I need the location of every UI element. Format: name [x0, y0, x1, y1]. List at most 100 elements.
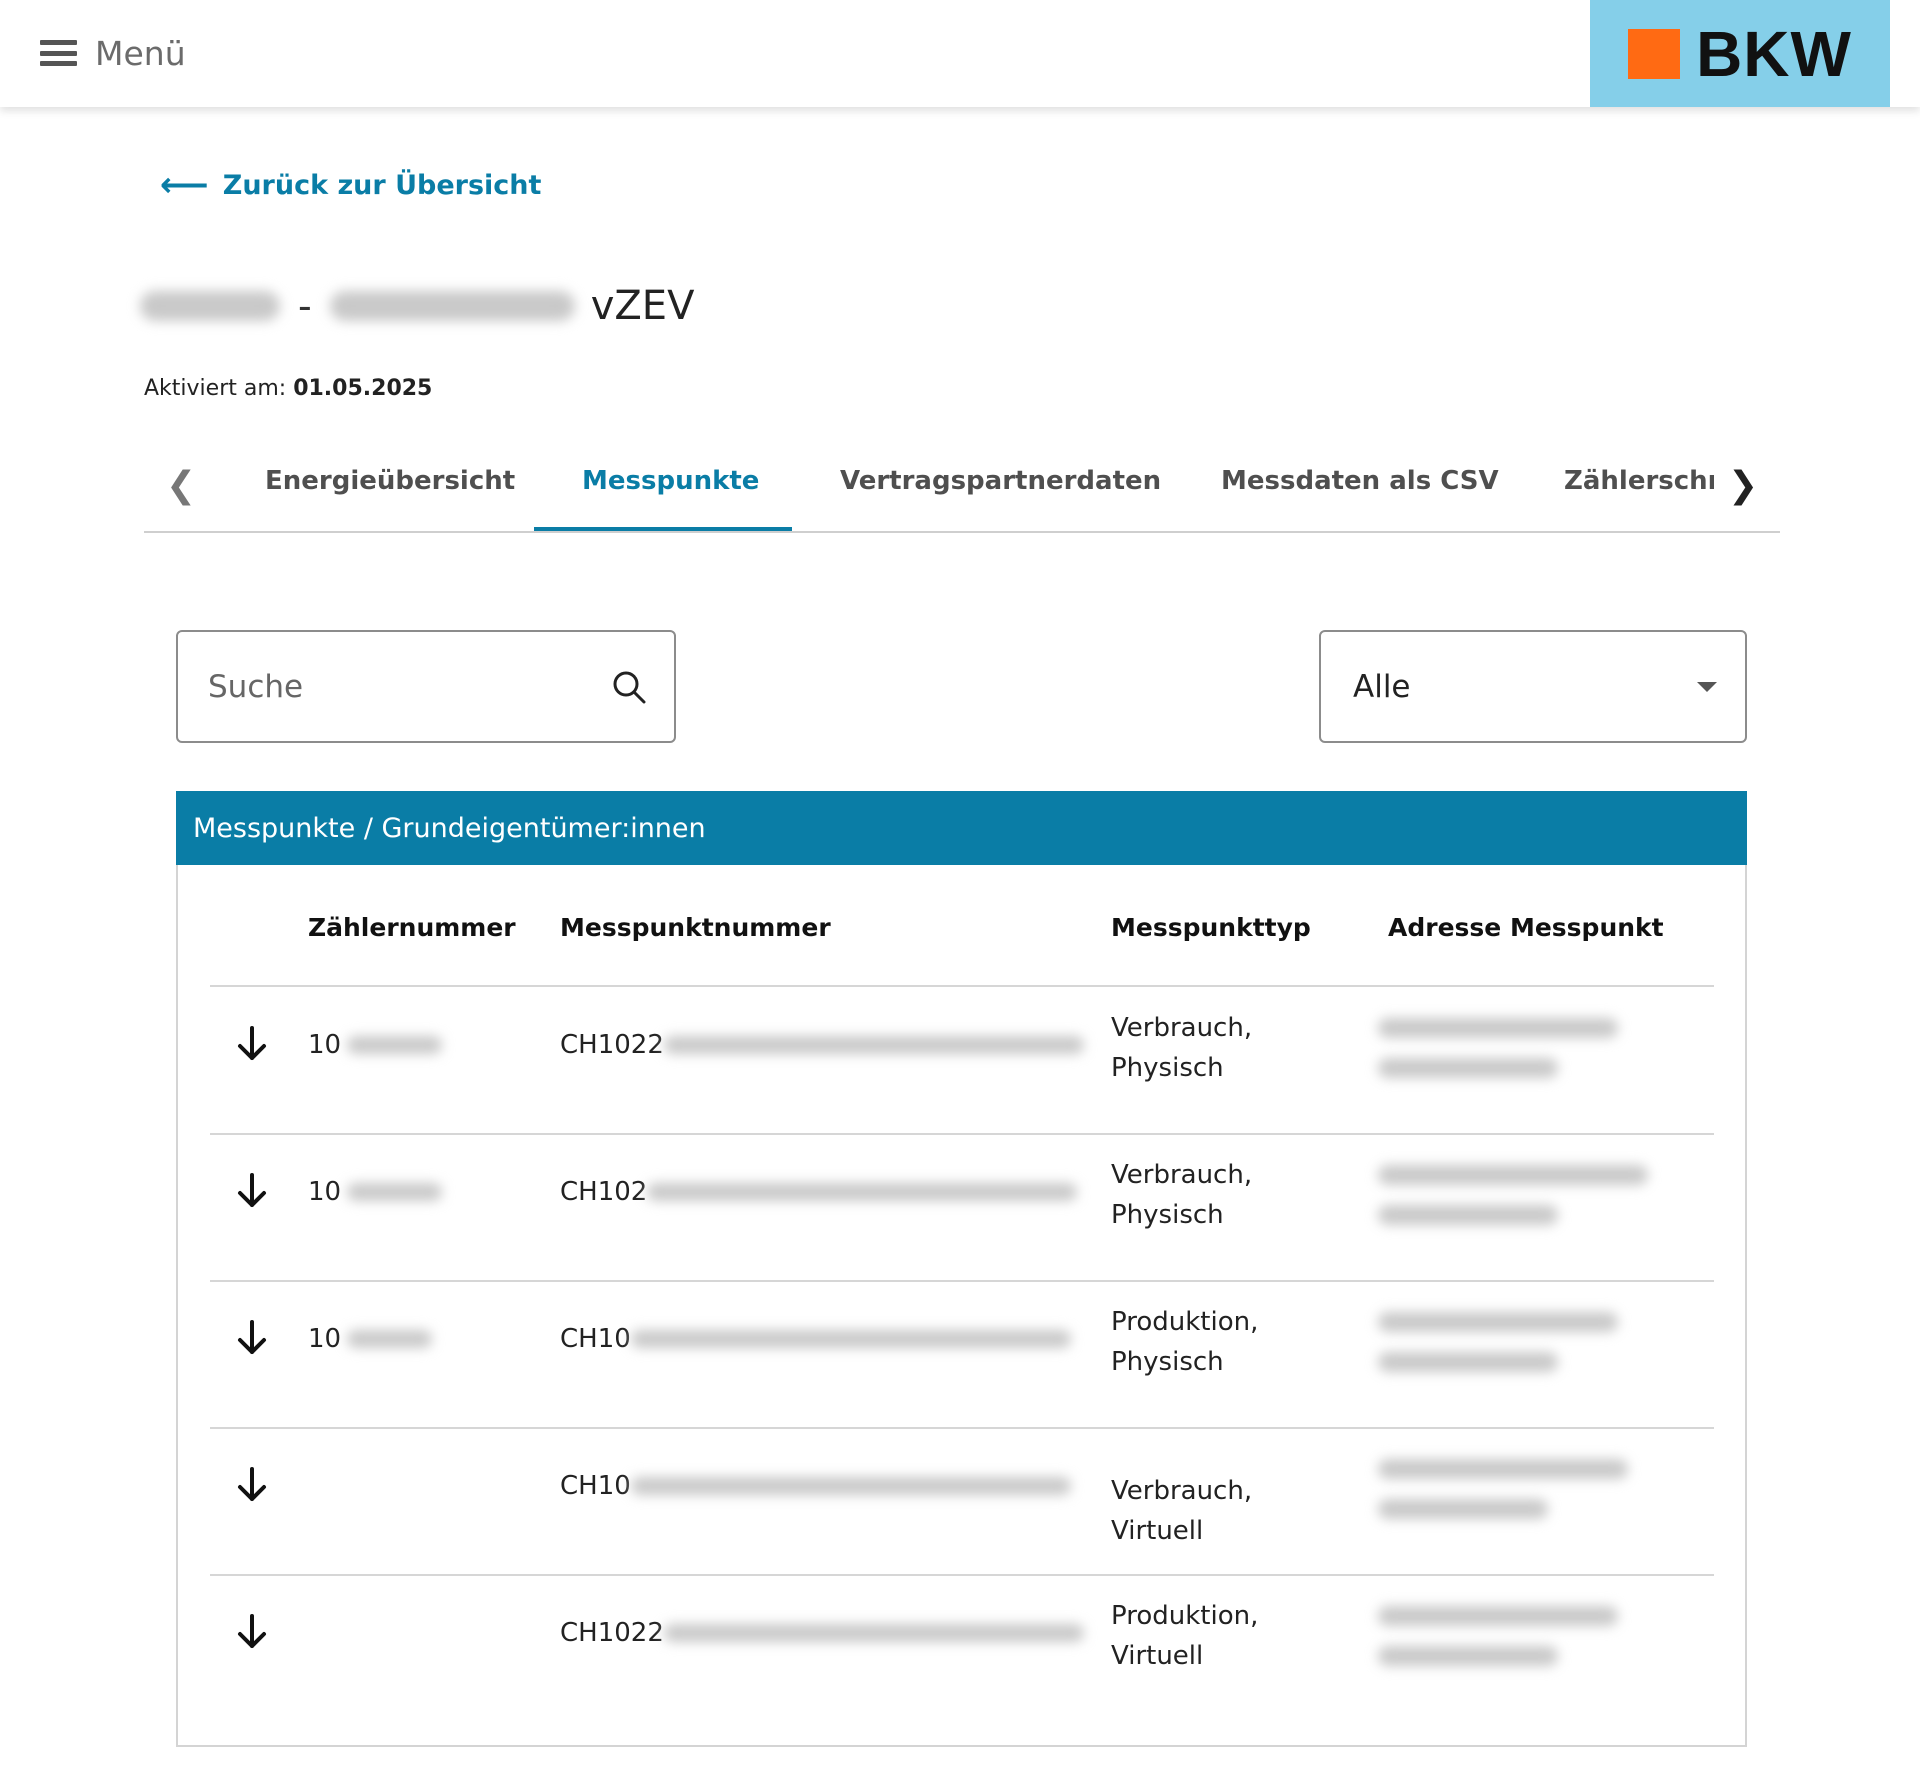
- active-tab-indicator: [534, 527, 792, 531]
- menu-label: Menü: [95, 33, 186, 73]
- redacted-value: [647, 1183, 1078, 1201]
- menu-button[interactable]: Menü: [40, 30, 186, 76]
- title-separator: -: [298, 284, 312, 328]
- messpunkttyp-line: Verbrauch,: [1111, 1160, 1253, 1190]
- zaehlernummer-value: 10: [308, 1030, 342, 1060]
- adresse-cell: [1378, 1304, 1678, 1394]
- title-suffix: vZEV: [590, 283, 695, 329]
- messpunkttyp-line: Produktion,: [1111, 1601, 1259, 1631]
- column-header-messpunktnummer: Messpunktnummer: [560, 913, 831, 942]
- page-title: - vZEV: [140, 278, 694, 334]
- messpunkttyp-cell: Produktion, Physisch: [1111, 1302, 1351, 1382]
- tab-bar: ❮ Energieübersicht Messpunkte Vertragspa…: [144, 450, 1780, 533]
- search-input[interactable]: Suche: [176, 630, 676, 743]
- column-header-adresse: Adresse Messpunkt: [1388, 913, 1664, 942]
- messpunktnummer-value: CH10: [560, 1471, 631, 1501]
- adresse-cell: [1378, 1157, 1678, 1247]
- tab-energieuebersicht[interactable]: Energieübersicht: [265, 466, 515, 496]
- messpunkttyp-line: Physisch: [1111, 1347, 1224, 1377]
- redacted-address-line: [1378, 1205, 1558, 1225]
- messpunkttyp-line: Physisch: [1111, 1053, 1224, 1083]
- chevron-right-icon[interactable]: ❯: [1728, 468, 1758, 504]
- redacted-value: [630, 1477, 1071, 1495]
- search-icon[interactable]: [612, 670, 646, 704]
- table-row: 10 CH1022 Verbrauch, Physisch: [210, 988, 1714, 1135]
- download-arrow-icon[interactable]: [234, 1024, 270, 1064]
- panel-header: Messpunkte / Grundeigentümer:innen: [176, 791, 1747, 865]
- adresse-cell: [1378, 1451, 1678, 1541]
- zaehlernummer-cell: 10: [308, 1030, 443, 1060]
- search-placeholder: Suche: [208, 668, 304, 705]
- messpunktnummer-value: CH10: [560, 1324, 631, 1354]
- adresse-cell: [1378, 1598, 1678, 1688]
- table-row: CH10 Verbrauch, Virtuell: [210, 1429, 1714, 1576]
- zaehlernummer-cell: 10: [308, 1324, 433, 1354]
- zaehlernummer-cell: 10: [308, 1177, 443, 1207]
- panel-title: Messpunkte / Grundeigentümer:innen: [193, 812, 706, 844]
- messpunktnummer-value: CH1022: [560, 1030, 664, 1060]
- logo-text: BKW: [1696, 17, 1852, 90]
- messpunktnummer-cell: CH10: [560, 1324, 1071, 1354]
- zaehlernummer-value: 10: [308, 1324, 342, 1354]
- hamburger-icon: [40, 40, 77, 66]
- messpunkttyp-line: Produktion,: [1111, 1307, 1259, 1337]
- messpunkttyp-cell: Produktion, Virtuell: [1111, 1596, 1351, 1676]
- filter-select[interactable]: Alle: [1319, 630, 1747, 743]
- tab-zaehlerschn[interactable]: Zählerschn: [1564, 466, 1714, 496]
- messpunkttyp-cell: Verbrauch, Virtuell: [1111, 1471, 1351, 1551]
- bkw-logo[interactable]: BKW: [1590, 0, 1890, 107]
- redacted-address-line: [1378, 1606, 1618, 1626]
- messpunkte-panel: Messpunkte / Grundeigentümer:innen Zähle…: [176, 791, 1747, 1747]
- redacted-value: [347, 1036, 443, 1054]
- table-row: 10 CH102 Verbrauch, Physisch: [210, 1135, 1714, 1282]
- logo-square: [1628, 28, 1681, 79]
- redacted-address-line: [1378, 1499, 1548, 1519]
- back-link-label: Zurück zur Übersicht: [222, 169, 542, 201]
- redacted-address-line: [1378, 1312, 1618, 1332]
- redacted-value: [630, 1330, 1071, 1348]
- column-header-messpunkttyp: Messpunkttyp: [1111, 913, 1311, 942]
- tab-messdaten-csv[interactable]: Messdaten als CSV: [1221, 466, 1499, 496]
- tab-overflow-clip: Zählerschn: [1564, 450, 1714, 530]
- download-arrow-icon[interactable]: [234, 1465, 270, 1505]
- download-arrow-icon[interactable]: [234, 1612, 270, 1652]
- messpunkttyp-line: Verbrauch,: [1111, 1013, 1253, 1043]
- zaehlernummer-value: 10: [308, 1177, 342, 1207]
- redacted-title-part: [140, 291, 280, 321]
- redacted-value: [347, 1330, 433, 1348]
- adresse-cell: [1378, 1010, 1678, 1100]
- redacted-value: [663, 1036, 1084, 1054]
- redacted-title-part: [329, 291, 575, 321]
- redacted-address-line: [1378, 1352, 1558, 1372]
- messpunktnummer-cell: CH102: [560, 1177, 1078, 1207]
- messpunktnummer-cell: CH10: [560, 1471, 1071, 1501]
- redacted-address-line: [1378, 1058, 1558, 1078]
- arrow-left-icon: ⟵: [160, 165, 209, 205]
- redacted-value: [347, 1183, 443, 1201]
- download-arrow-icon[interactable]: [234, 1171, 270, 1211]
- activation-date: 01.05.2025: [293, 376, 433, 401]
- redacted-address-line: [1378, 1165, 1648, 1185]
- top-bar: Menü BKW: [0, 0, 1920, 107]
- redacted-address-line: [1378, 1459, 1628, 1479]
- filter-selected-value: Alle: [1353, 668, 1411, 705]
- redacted-address-line: [1378, 1018, 1618, 1038]
- table-row: 10 CH10 Produktion, Physisch: [210, 1282, 1714, 1429]
- tab-vertragspartnerdaten[interactable]: Vertragspartnerdaten: [840, 466, 1161, 496]
- column-header-zaehlernummer: Zählernummer: [308, 913, 516, 942]
- messpunktnummer-value: CH102: [560, 1177, 648, 1207]
- tab-messpunkte[interactable]: Messpunkte: [582, 466, 759, 496]
- back-to-overview-link[interactable]: ⟵ Zurück zur Übersicht: [160, 168, 541, 202]
- messpunkttyp-cell: Verbrauch, Physisch: [1111, 1008, 1351, 1088]
- activation-label: Aktiviert am:: [144, 376, 287, 401]
- messpunktnummer-cell: CH1022: [560, 1618, 1084, 1648]
- activation-info: Aktiviert am: 01.05.2025: [144, 376, 432, 401]
- messpunkttyp-line: Physisch: [1111, 1200, 1224, 1230]
- download-arrow-icon[interactable]: [234, 1318, 270, 1358]
- messpunktnummer-value: CH1022: [560, 1618, 664, 1648]
- redacted-value: [663, 1624, 1084, 1642]
- table-row: CH1022 Produktion, Virtuell: [210, 1576, 1714, 1723]
- messpunkttyp-line: Virtuell: [1111, 1641, 1204, 1671]
- caret-down-icon: [1697, 681, 1717, 692]
- chevron-left-icon[interactable]: ❮: [166, 468, 196, 504]
